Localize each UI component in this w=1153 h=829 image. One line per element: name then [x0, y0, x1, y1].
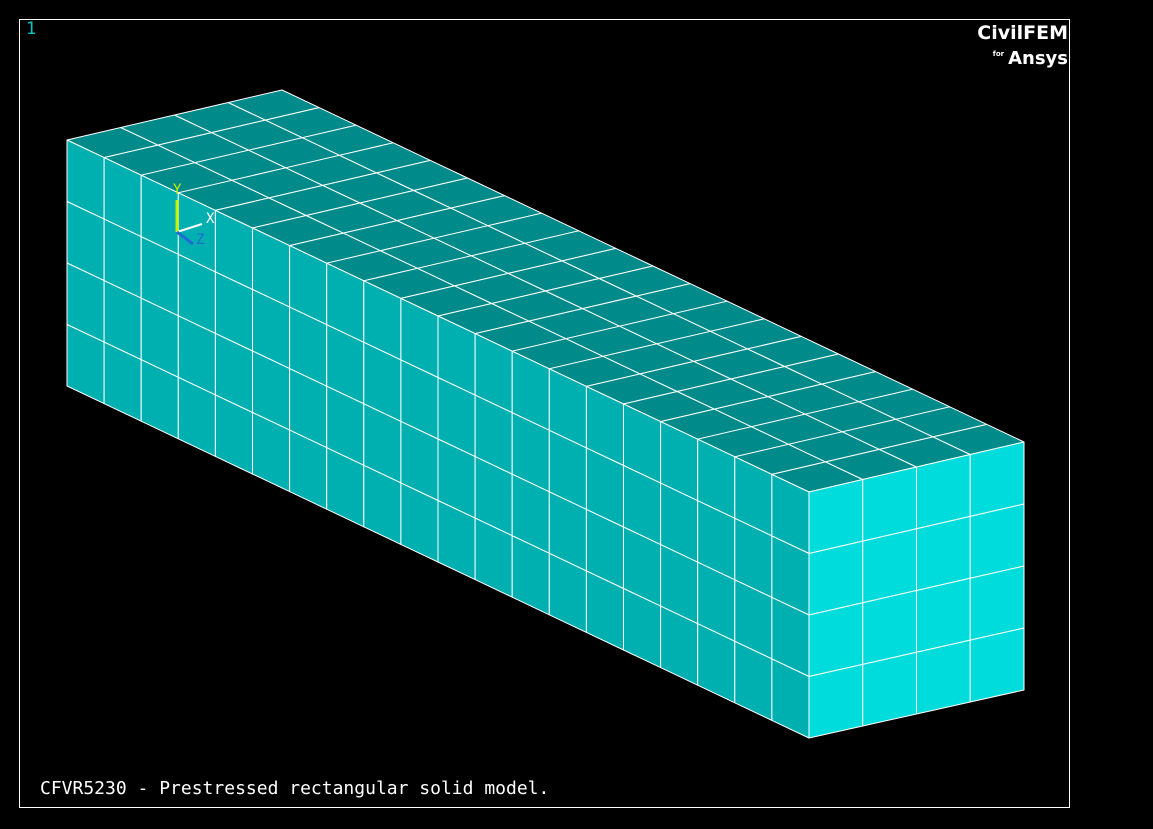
- x-axis-label: X: [206, 211, 215, 227]
- y-axis-label: Y: [173, 182, 182, 198]
- z-axis-label: Z: [196, 232, 204, 248]
- x-axis-line: [176, 223, 203, 233]
- plot-title: CFVR5230 - Prestressed rectangular solid…: [40, 778, 550, 799]
- z-axis-line: [176, 230, 194, 246]
- axis-triad: Y X Z: [173, 182, 215, 248]
